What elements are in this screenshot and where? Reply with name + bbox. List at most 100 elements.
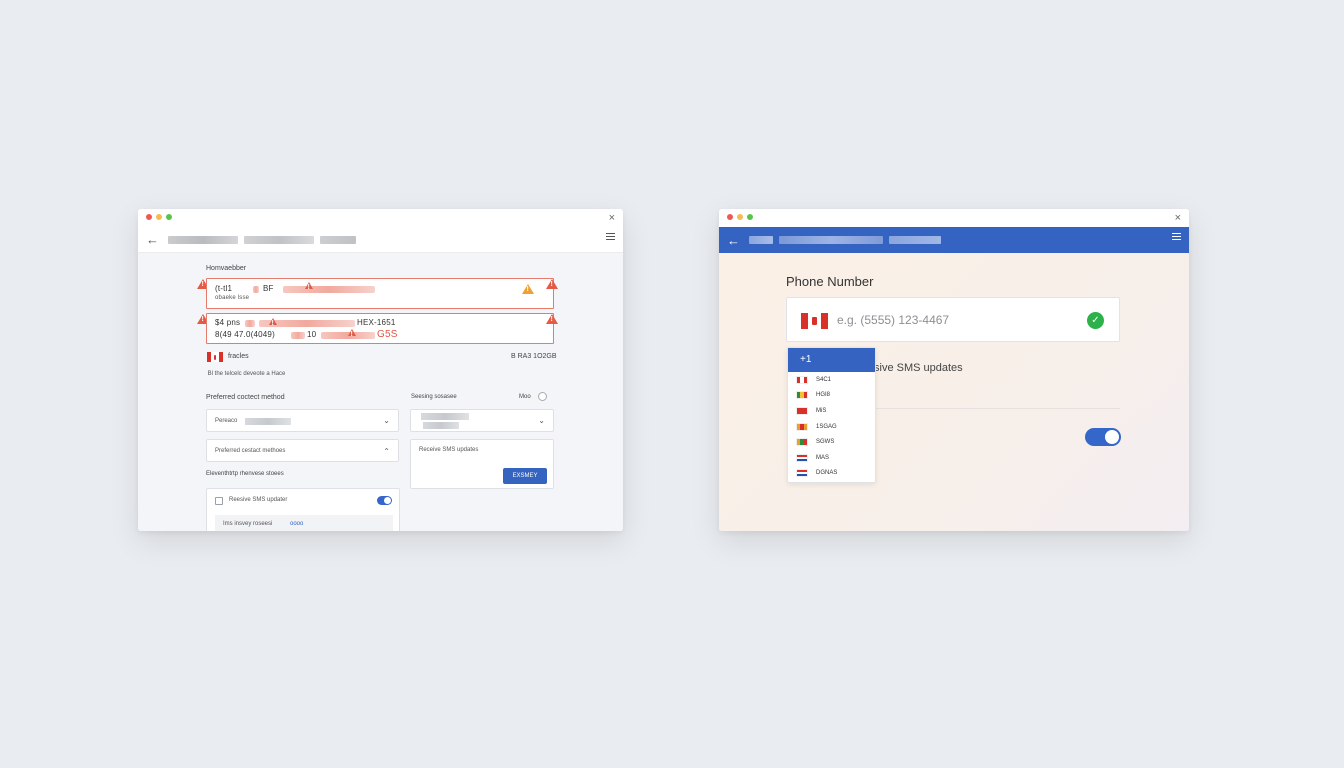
warning-icon xyxy=(269,318,277,327)
warning-icon xyxy=(546,279,558,289)
country-code-text: 1SGAG xyxy=(816,423,837,430)
error-text: 10 xyxy=(307,330,317,339)
error-text: (t-tl1 xyxy=(215,284,233,293)
section-label: Eleventhtrtp rhenvese stoees xyxy=(206,471,284,477)
country-option[interactable]: SGWS xyxy=(788,434,875,450)
country-code-dropdown[interactable]: +1 S4C1 HGI8 MiS 1SGAG SGWS MAS DGNAS xyxy=(787,347,876,483)
phone-number-field[interactable]: ✓ xyxy=(786,297,1120,342)
receive-sms-checkbox[interactable] xyxy=(215,497,223,505)
back-arrow-icon[interactable]: ← xyxy=(146,232,162,247)
window-controls xyxy=(146,214,172,220)
country-code-text: S4C1 xyxy=(816,376,832,383)
submit-button[interactable]: EXSMEY xyxy=(503,468,547,484)
country-option[interactable]: 1SGAG xyxy=(788,419,875,435)
country-option[interactable]: MiS xyxy=(788,403,875,419)
sub-link[interactable]: oooo xyxy=(290,521,303,527)
country-option[interactable]: S4C1 xyxy=(788,372,875,388)
check-circle-icon: ✓ xyxy=(1087,312,1104,329)
contact-method-label: Preferred coctect method xyxy=(206,394,285,401)
phone-form-body: Phone Number ✓ sive SMS updates +1 S4C1 … xyxy=(719,253,1189,531)
preferred-methods-select[interactable]: Preferred cestact methoes ⌃ xyxy=(206,439,399,462)
receive-sms-text: Receive SMS updates xyxy=(419,447,479,453)
back-arrow-icon[interactable]: ← xyxy=(727,233,743,248)
error-text: G5S xyxy=(377,329,398,340)
left-browser-window: × ← Homvaebber (t-tl1 BF obaeke lsse $4 … xyxy=(138,209,623,531)
select-value: Preferred cestact methoes xyxy=(215,448,286,454)
country-code-list: S4C1 HGI8 MiS 1SGAG SGWS MAS DGNAS xyxy=(788,372,875,481)
sensing-select[interactable]: ⌄ xyxy=(410,409,554,432)
error-text: $4 pns xyxy=(215,318,241,327)
country-label: fracles xyxy=(228,353,249,360)
form-body: Homvaebber (t-tl1 BF obaeke lsse $4 pns … xyxy=(138,253,623,531)
address-blur xyxy=(749,236,773,244)
contact-method-select[interactable]: Pereaco ⌄ xyxy=(206,409,399,432)
maximize-dot-icon[interactable] xyxy=(747,214,753,220)
close-icon[interactable]: × xyxy=(609,211,615,225)
country-code: B RA3 1O2GB xyxy=(511,353,557,360)
address-blur xyxy=(244,235,314,244)
flag-icon xyxy=(796,438,808,447)
minimize-dot-icon[interactable] xyxy=(737,214,743,220)
country-option[interactable]: DGNAS xyxy=(788,466,875,482)
flag-canada-icon xyxy=(801,313,828,329)
title-bar: × xyxy=(719,209,1189,227)
hamburger-icon[interactable] xyxy=(1172,233,1181,242)
error-text: HEX-1651 xyxy=(357,318,396,327)
warning-icon xyxy=(348,329,356,338)
flag-icon xyxy=(796,422,808,431)
address-blur xyxy=(320,235,356,244)
warning-icon xyxy=(305,282,313,291)
country-option[interactable]: MAS xyxy=(788,450,875,466)
selected-country-code[interactable]: +1 xyxy=(788,348,875,372)
error-text: 8(49 47.0(4049) xyxy=(215,330,275,339)
redacted-text xyxy=(245,418,291,425)
phone-error-field-2[interactable]: $4 pns HEX-1651 8(49 47.0(4049) 10 G5S xyxy=(206,313,554,344)
close-icon[interactable]: × xyxy=(1175,211,1181,225)
flag-icon xyxy=(796,391,808,400)
info-radio[interactable] xyxy=(538,392,547,401)
sensing-label: Seesing sosasee xyxy=(411,394,457,400)
address-blur xyxy=(889,236,941,244)
flag-icon xyxy=(796,375,808,384)
sub-text: Ims insvey roseesi xyxy=(223,521,273,527)
phone-error-field-1[interactable]: (t-tl1 BF obaeke lsse xyxy=(206,278,554,309)
address-blur xyxy=(168,235,238,244)
country-code-text: DGNAS xyxy=(816,470,838,477)
redacted-text xyxy=(245,320,255,327)
close-dot-icon[interactable] xyxy=(146,214,152,220)
select-value: Pereaco xyxy=(215,418,238,424)
phone-number-label: Phone Number xyxy=(786,274,874,289)
maximize-dot-icon[interactable] xyxy=(166,214,172,220)
sms-toggle[interactable] xyxy=(377,496,392,505)
nav-bar: ← xyxy=(138,227,623,253)
receive-sms-label: sive SMS updates xyxy=(874,362,963,374)
phone-label: Homvaebber xyxy=(206,265,247,272)
receive-sms-label: Reesive SMS updater xyxy=(229,497,288,503)
window-controls xyxy=(727,214,753,220)
nav-bar: ← xyxy=(719,227,1189,253)
redacted-text xyxy=(253,286,259,293)
country-code-text: HGI8 xyxy=(816,392,831,399)
redacted-text xyxy=(423,422,459,429)
sms-updates-toggle[interactable] xyxy=(1085,428,1121,446)
hamburger-icon[interactable] xyxy=(606,233,615,242)
chevron-down-icon: ⌄ xyxy=(538,416,545,425)
chevron-down-icon: ⌄ xyxy=(383,416,390,425)
receive-sms-card: Receive SMS updates EXSMEY xyxy=(410,439,554,489)
country-option[interactable]: HGI8 xyxy=(788,388,875,404)
country-code-text: MAS xyxy=(816,454,830,461)
helper-note: Bl the telcelc deveote a Hace xyxy=(206,371,286,377)
flag-canada-icon xyxy=(207,352,223,362)
redacted-text xyxy=(291,332,305,339)
flag-icon xyxy=(796,453,808,462)
close-dot-icon[interactable] xyxy=(727,214,733,220)
address-blur xyxy=(779,236,883,244)
flag-icon xyxy=(796,469,808,478)
warning-icon xyxy=(522,284,534,294)
redacted-text xyxy=(421,413,469,420)
country-code-text: MiS xyxy=(816,407,827,414)
sms-options-card: Reesive SMS updater Ims insvey roseesi o… xyxy=(206,488,400,531)
redacted-text xyxy=(283,286,375,293)
phone-number-input[interactable] xyxy=(837,311,1077,329)
minimize-dot-icon[interactable] xyxy=(156,214,162,220)
